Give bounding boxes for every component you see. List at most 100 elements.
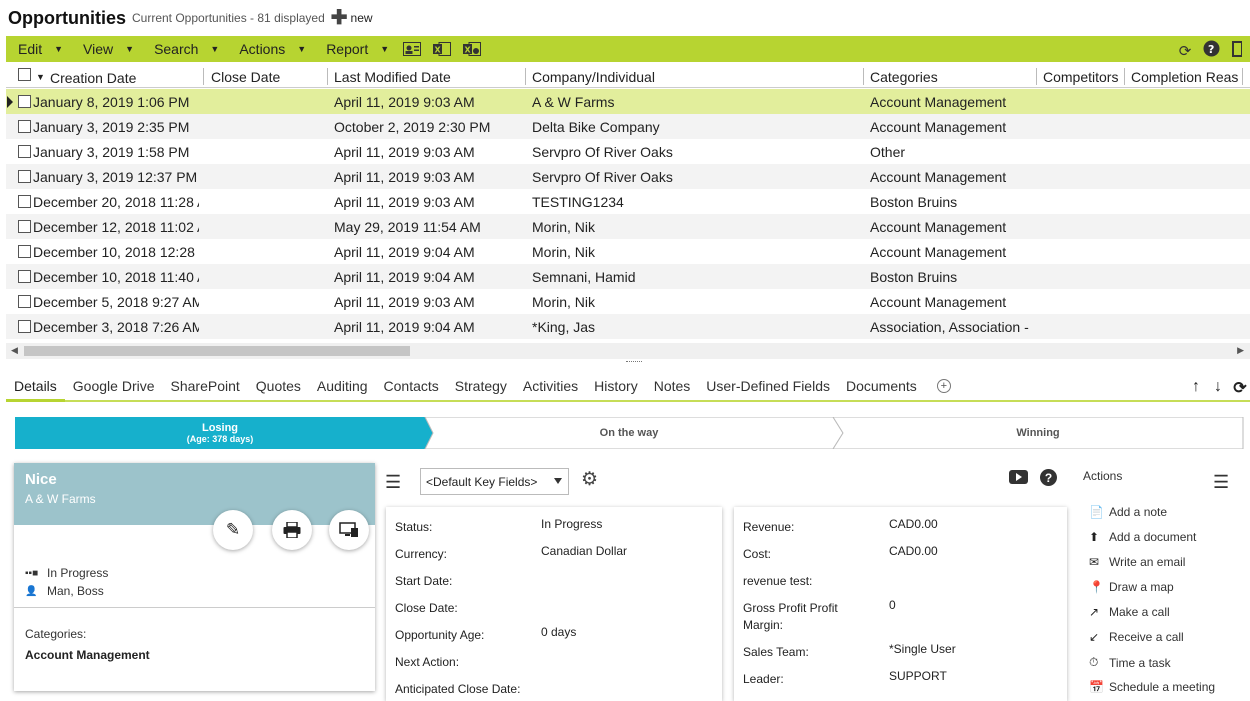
stage-on-the-way[interactable]: On the way bbox=[425, 417, 833, 449]
column-header-categories[interactable]: Categories bbox=[870, 69, 938, 85]
tab-activities[interactable]: Activities bbox=[515, 371, 586, 401]
column-header-competitors[interactable]: Competitors bbox=[1043, 69, 1120, 85]
excel-import-icon[interactable]: X bbox=[463, 42, 482, 56]
column-divider[interactable] bbox=[327, 68, 328, 85]
help-icon[interactable]: ? bbox=[1202, 40, 1220, 61]
scroll-left-icon[interactable]: ◀ bbox=[11, 345, 18, 356]
tab-details[interactable]: Details bbox=[6, 372, 65, 402]
arrow-up-icon[interactable]: ↑ bbox=[1188, 378, 1204, 398]
action-item[interactable]: 📄 Add a note bbox=[1089, 505, 1167, 519]
refresh-icon[interactable]: ⟳ bbox=[1232, 378, 1248, 398]
tab-notes[interactable]: Notes bbox=[646, 371, 699, 401]
actions-hamburger-icon[interactable]: ☰ bbox=[1213, 472, 1229, 493]
field-value[interactable]: Canadian Dollar bbox=[541, 543, 627, 560]
row-checkbox[interactable] bbox=[18, 120, 31, 133]
column-header-completion-reason[interactable]: Completion Reas bbox=[1131, 69, 1241, 85]
tab-auditing[interactable]: Auditing bbox=[309, 371, 376, 401]
column-divider[interactable] bbox=[1242, 68, 1243, 85]
field-label: Close Date: bbox=[395, 601, 458, 615]
tab-google-drive[interactable]: Google Drive bbox=[65, 371, 163, 401]
field-value[interactable]: SUPPORT bbox=[889, 668, 947, 685]
new-opportunity-button[interactable]: ✚ new bbox=[330, 7, 373, 29]
table-row[interactable]: January 3, 2019 1:58 PM April 11, 2019 9:… bbox=[6, 139, 1250, 164]
action-item[interactable]: ↙ Receive a call bbox=[1089, 630, 1184, 644]
column-header-creation-date[interactable]: Creation Date bbox=[50, 70, 136, 86]
search-menu[interactable]: Search ▼ bbox=[142, 36, 227, 62]
stage-winning[interactable]: Winning bbox=[833, 417, 1243, 449]
tab-contacts[interactable]: Contacts bbox=[376, 371, 447, 401]
help-icon[interactable]: ? bbox=[1040, 469, 1057, 486]
report-menu[interactable]: Report ▼ bbox=[314, 36, 397, 62]
column-divider[interactable] bbox=[525, 68, 526, 85]
select-all-checkbox[interactable] bbox=[18, 68, 31, 81]
actions-menu[interactable]: Actions ▼ bbox=[227, 36, 314, 62]
tab-sharepoint[interactable]: SharePoint bbox=[163, 371, 248, 401]
refresh-icon[interactable]: ⟳ bbox=[1176, 42, 1194, 60]
gear-icon[interactable]: ⚙ bbox=[581, 468, 598, 491]
table-row[interactable]: December 10, 2018 11:40 AM April 11, 2019… bbox=[6, 264, 1250, 289]
edit-button[interactable]: ✎ bbox=[213, 510, 253, 550]
field-value[interactable]: In Progress bbox=[541, 516, 602, 533]
row-checkbox[interactable] bbox=[18, 145, 31, 158]
row-checkbox[interactable] bbox=[18, 295, 31, 308]
tab-history[interactable]: History bbox=[586, 371, 646, 401]
tab-user-defined-fields[interactable]: User-Defined Fields bbox=[698, 371, 838, 401]
row-checkbox[interactable] bbox=[18, 195, 31, 208]
action-item[interactable]: 📅 Schedule a meeting bbox=[1089, 680, 1215, 694]
table-row[interactable]: January 3, 2019 12:37 PM April 11, 2019 9… bbox=[6, 164, 1250, 189]
table-row[interactable]: December 12, 2018 11:02 AM May 29, 2019 1… bbox=[6, 214, 1250, 239]
excel-export-icon[interactable]: X bbox=[433, 42, 452, 56]
action-item[interactable]: ⏱ Time a task bbox=[1089, 655, 1171, 670]
action-item[interactable]: ⬆ Add a document bbox=[1089, 530, 1196, 544]
table-row[interactable]: January 3, 2019 2:35 PM October 2, 2019 2… bbox=[6, 114, 1250, 139]
column-divider[interactable] bbox=[1036, 68, 1037, 85]
column-divider[interactable] bbox=[1124, 68, 1125, 85]
hamburger-menu-icon[interactable]: ☰ bbox=[385, 472, 411, 493]
arrow-down-icon[interactable]: ↓ bbox=[1210, 378, 1226, 398]
view-menu[interactable]: View ▼ bbox=[71, 36, 142, 62]
video-icon[interactable] bbox=[1009, 470, 1028, 484]
edit-menu[interactable]: Edit ▼ bbox=[6, 36, 71, 62]
row-checkbox[interactable] bbox=[18, 245, 31, 258]
stage-losing[interactable]: Losing (Age: 378 days) bbox=[15, 417, 425, 449]
key-fields-select[interactable]: <Default Key Fields> bbox=[420, 468, 569, 495]
field-value[interactable]: *Single User bbox=[889, 641, 956, 658]
column-header-last-modified[interactable]: Last Modified Date bbox=[334, 69, 451, 85]
horizontal-scrollbar[interactable]: ◀ ▶ bbox=[6, 343, 1250, 359]
table-row[interactable]: December 3, 2018 7:26 AM April 11, 2019 9… bbox=[6, 314, 1250, 339]
splitter-grip[interactable] bbox=[626, 361, 642, 364]
dropdown-arrow-icon bbox=[554, 478, 562, 484]
column-header-close-date[interactable]: Close Date bbox=[211, 69, 280, 85]
row-checkbox[interactable] bbox=[18, 170, 31, 183]
plus-icon: ✚ bbox=[330, 7, 348, 29]
column-divider[interactable] bbox=[203, 68, 204, 85]
action-item[interactable]: 📍 Draw a map bbox=[1089, 580, 1174, 594]
table-row[interactable]: January 8, 2019 1:06 PM April 11, 2019 9:… bbox=[6, 89, 1250, 114]
table-row[interactable]: December 20, 2018 11:28 AM April 11, 2019… bbox=[6, 189, 1250, 214]
table-row[interactable]: December 5, 2018 9:27 AM April 11, 2019 9… bbox=[6, 289, 1250, 314]
tab-strategy[interactable]: Strategy bbox=[447, 371, 515, 401]
column-divider[interactable] bbox=[863, 68, 864, 85]
action-item[interactable]: ↗ Make a call bbox=[1089, 605, 1170, 619]
field-value[interactable]: 0 days bbox=[541, 624, 576, 641]
scrollbar-thumb[interactable] bbox=[24, 346, 410, 356]
row-checkbox[interactable] bbox=[18, 220, 31, 233]
contact-card-icon[interactable] bbox=[403, 42, 422, 56]
tab-documents[interactable]: Documents bbox=[838, 371, 925, 401]
action-item[interactable]: ✉ Write an email bbox=[1089, 555, 1185, 569]
row-checkbox[interactable] bbox=[18, 95, 31, 108]
tab-quotes[interactable]: Quotes bbox=[248, 371, 309, 401]
scroll-right-icon[interactable]: ▶ bbox=[1237, 345, 1244, 356]
status-line: ▪▪■ In Progress bbox=[25, 566, 109, 580]
present-button[interactable] bbox=[329, 510, 369, 550]
print-button[interactable] bbox=[272, 510, 312, 550]
field-value[interactable]: CAD0.00 bbox=[889, 543, 938, 560]
field-value[interactable]: 0 bbox=[889, 597, 896, 614]
exit-icon[interactable] bbox=[1228, 40, 1246, 61]
row-checkbox[interactable] bbox=[18, 320, 31, 333]
column-header-company[interactable]: Company/Individual bbox=[532, 69, 655, 85]
field-value[interactable]: CAD0.00 bbox=[889, 516, 938, 533]
add-tab-icon[interactable]: + bbox=[936, 379, 951, 393]
row-checkbox[interactable] bbox=[18, 270, 31, 283]
table-row[interactable]: December 10, 2018 12:28 PM April 11, 2019… bbox=[6, 239, 1250, 264]
